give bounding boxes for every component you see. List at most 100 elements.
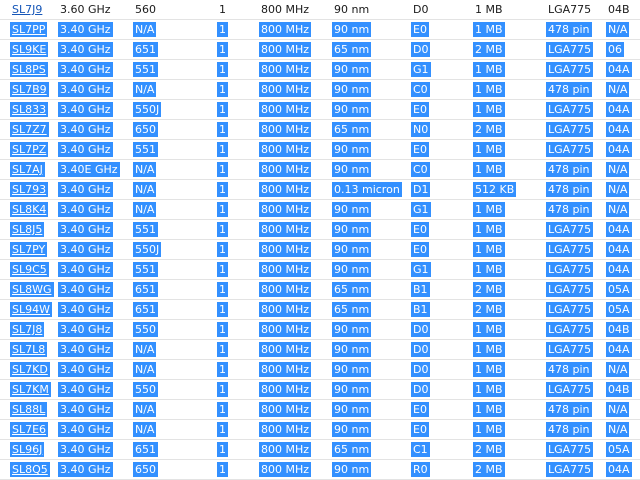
- cell-sspec-link[interactable]: SL88L: [0, 399, 58, 420]
- sspec-link-text[interactable]: SL7J9: [10, 2, 44, 17]
- model-number-text: 551: [133, 222, 158, 237]
- cell-sspec-link[interactable]: SL7L8: [0, 339, 58, 360]
- table-row[interactable]: SL7E6 3.40 GHz N/A 1 800 MHz 90 nm E0 1 MB 478 p…: [0, 419, 640, 440]
- sspec-link-text[interactable]: SL7E6: [10, 422, 49, 437]
- table-row[interactable]: SL793 3.40 GHz N/A 1 800 MHz 0.13 micron D1 512…: [0, 179, 640, 200]
- cell-sspec-link[interactable]: SL7KM: [0, 379, 58, 400]
- cell-sspec-link[interactable]: SL7J9: [0, 0, 58, 20]
- table-row[interactable]: SL7B9 3.40 GHz N/A 1 800 MHz 90 nm C0 1 MB 478 p…: [0, 79, 640, 100]
- cell-sspec-link[interactable]: SL833: [0, 99, 58, 120]
- table-row[interactable]: SL88L 3.40 GHz N/A 1 800 MHz 90 nm E0 1 MB 478 p…: [0, 399, 640, 420]
- sspec-link-text[interactable]: SL793: [10, 182, 49, 197]
- cell-stepping: N0: [411, 119, 473, 140]
- cell-bus-speed: 800 MHz: [259, 119, 332, 140]
- cell-sspec-link[interactable]: SL94W: [0, 299, 58, 320]
- cell-sspec-link[interactable]: SL793: [0, 179, 58, 200]
- bus-speed-text: 800 MHz: [259, 22, 312, 37]
- cell-process: 90 nm: [332, 339, 411, 360]
- sspec-link-text[interactable]: SL7KM: [10, 382, 51, 397]
- thermal-spec-text: N/A: [606, 202, 630, 217]
- table-row[interactable]: SL94W 3.40 GHz 651 1 800 MHz 65 nm B1 2 MB LGA77…: [0, 299, 640, 320]
- table-row[interactable]: SL8J5 3.40 GHz 551 1 800 MHz 90 nm E0 1 MB LGA77…: [0, 219, 640, 240]
- socket-text: LGA775: [546, 442, 594, 457]
- sspec-link-text[interactable]: SL7PP: [10, 22, 48, 37]
- sspec-link-text[interactable]: SL7PY: [10, 242, 48, 257]
- cell-sspec-link[interactable]: SL96J: [0, 439, 58, 460]
- cell-sspec-link[interactable]: SL7J8: [0, 319, 58, 340]
- thermal-spec-text: 04B: [606, 382, 632, 397]
- sspec-link-text[interactable]: SL94W: [10, 302, 52, 317]
- cell-socket: LGA775: [546, 439, 606, 460]
- sspec-link-text[interactable]: SL7L8: [10, 342, 48, 357]
- cell-process: 90 nm: [332, 419, 411, 440]
- table-row[interactable]: SL7KD 3.40 GHz N/A 1 800 MHz 90 nm D0 1 MB 478 p…: [0, 359, 640, 380]
- table-row[interactable]: SL9C5 3.40 GHz 551 1 800 MHz 90 nm G1 1 MB LGA77…: [0, 259, 640, 280]
- cell-sspec-link[interactable]: SL8PS: [0, 59, 58, 80]
- sspec-link-text[interactable]: SL7AJ: [10, 162, 45, 177]
- table-row[interactable]: SL8PS 3.40 GHz 551 1 800 MHz 90 nm G1 1 MB LGA77…: [0, 59, 640, 80]
- cell-clock-speed: 3.40 GHz: [58, 279, 133, 300]
- cell-sspec-link[interactable]: SL9C5: [0, 259, 58, 280]
- table-row[interactable]: SL833 3.40 GHz 550J 1 800 MHz 90 nm E0 1 MB LGA7…: [0, 99, 640, 120]
- sspec-link-text[interactable]: SL8WG: [10, 282, 54, 297]
- cell-sspec-link[interactable]: SL7PP: [0, 19, 58, 40]
- cell-sspec-link[interactable]: SL8J5: [0, 219, 58, 240]
- sspec-link-text[interactable]: SL9KE: [10, 42, 49, 57]
- core-count-text: 1: [217, 242, 228, 257]
- sspec-link-text[interactable]: SL7PZ: [10, 142, 49, 157]
- cell-sspec-link[interactable]: SL8Q5: [0, 459, 58, 480]
- cell-sspec-link[interactable]: SL8K4: [0, 199, 58, 220]
- cell-model-number: 550: [133, 319, 217, 340]
- cell-bus-speed: 800 MHz: [259, 459, 332, 480]
- table-row[interactable]: SL7J9 3.60 GHz 560 1 800 MHz 90 nm D0 1 MB LGA77…: [0, 0, 640, 20]
- cell-sspec-link[interactable]: SL7PY: [0, 239, 58, 260]
- table-row[interactable]: SL7J8 3.40 GHz 550 1 800 MHz 90 nm D0 1 MB LGA77…: [0, 319, 640, 340]
- sspec-link-text[interactable]: SL7Z7: [10, 122, 49, 137]
- socket-text: 478 pin: [546, 202, 592, 217]
- cell-stepping: E0: [411, 19, 473, 40]
- table-row[interactable]: SL9KE 3.40 GHz 651 1 800 MHz 65 nm D0 2 MB LGA77…: [0, 39, 640, 60]
- cell-clock-speed: 3.40 GHz: [58, 339, 133, 360]
- sspec-link-text[interactable]: SL96J: [10, 442, 45, 457]
- table-row[interactable]: SL8Q5 3.40 GHz 650 1 800 MHz 90 nm R0 2 MB LGA77…: [0, 459, 640, 480]
- sspec-link-text[interactable]: SL833: [10, 102, 49, 117]
- sspec-link-text[interactable]: SL7J8: [10, 322, 45, 337]
- cell-sspec-link[interactable]: SL7PZ: [0, 139, 58, 160]
- table-row[interactable]: SL7AJ 3.40E GHz N/A 1 800 MHz 90 nm C0 1 MB 478 …: [0, 159, 640, 180]
- sspec-link-text[interactable]: SL8J5: [10, 222, 45, 237]
- cell-cache-size: 1 MB: [473, 359, 546, 380]
- sspec-link-text[interactable]: SL8K4: [10, 202, 49, 217]
- sspec-link-text[interactable]: SL8Q5: [10, 462, 50, 477]
- table-row[interactable]: SL7Z7 3.40 GHz 650 1 800 MHz 65 nm N0 2 MB LGA77…: [0, 119, 640, 140]
- cell-sspec-link[interactable]: SL7Z7: [0, 119, 58, 140]
- table-row[interactable]: SL96J 3.40 GHz 651 1 800 MHz 65 nm C1 2 MB LGA77…: [0, 439, 640, 460]
- cell-clock-speed: 3.40 GHz: [58, 139, 133, 160]
- cell-sspec-link[interactable]: SL9KE: [0, 39, 58, 60]
- sspec-link-text[interactable]: SL7B9: [10, 82, 49, 97]
- socket-text: 478 pin: [546, 362, 592, 377]
- sspec-link-text[interactable]: SL8PS: [10, 62, 48, 77]
- table-row[interactable]: SL8K4 3.40 GHz N/A 1 800 MHz 90 nm G1 1 MB 478 p…: [0, 199, 640, 220]
- sspec-link-text[interactable]: SL7KD: [10, 362, 50, 377]
- sspec-link-text[interactable]: SL9C5: [10, 262, 49, 277]
- cell-sspec-link[interactable]: SL7E6: [0, 419, 58, 440]
- cell-thermal-spec: N/A: [606, 199, 640, 220]
- table-row[interactable]: SL7PZ 3.40 GHz 551 1 800 MHz 90 nm E0 1 MB LGA77…: [0, 139, 640, 160]
- model-number-text: 550: [133, 382, 158, 397]
- cell-sspec-link[interactable]: SL7AJ: [0, 159, 58, 180]
- table-row[interactable]: SL7L8 3.40 GHz N/A 1 800 MHz 90 nm D0 1 MB LGA77…: [0, 339, 640, 360]
- cell-process: 90 nm: [332, 99, 411, 120]
- cell-sspec-link[interactable]: SL8WG: [0, 279, 58, 300]
- cell-sspec-link[interactable]: SL7KD: [0, 359, 58, 380]
- cell-thermal-spec: 06: [606, 39, 640, 60]
- cell-stepping: C0: [411, 159, 473, 180]
- table-row[interactable]: SL7KM 3.40 GHz 550 1 800 MHz 90 nm D0 1 MB LGA77…: [0, 379, 640, 400]
- cell-core-count: 1: [217, 179, 259, 200]
- table-row[interactable]: SL8WG 3.40 GHz 651 1 800 MHz 65 nm B1 2 MB LGA77…: [0, 279, 640, 300]
- table-row[interactable]: SL7PY 3.40 GHz 550J 1 800 MHz 90 nm E0 1 MB LGA7…: [0, 239, 640, 260]
- cell-clock-speed: 3.40 GHz: [58, 319, 133, 340]
- cell-process: 90 nm: [332, 19, 411, 40]
- table-row[interactable]: SL7PP 3.40 GHz N/A 1 800 MHz 90 nm E0 1 MB 478 p…: [0, 19, 640, 40]
- sspec-link-text[interactable]: SL88L: [10, 402, 48, 417]
- cell-sspec-link[interactable]: SL7B9: [0, 79, 58, 100]
